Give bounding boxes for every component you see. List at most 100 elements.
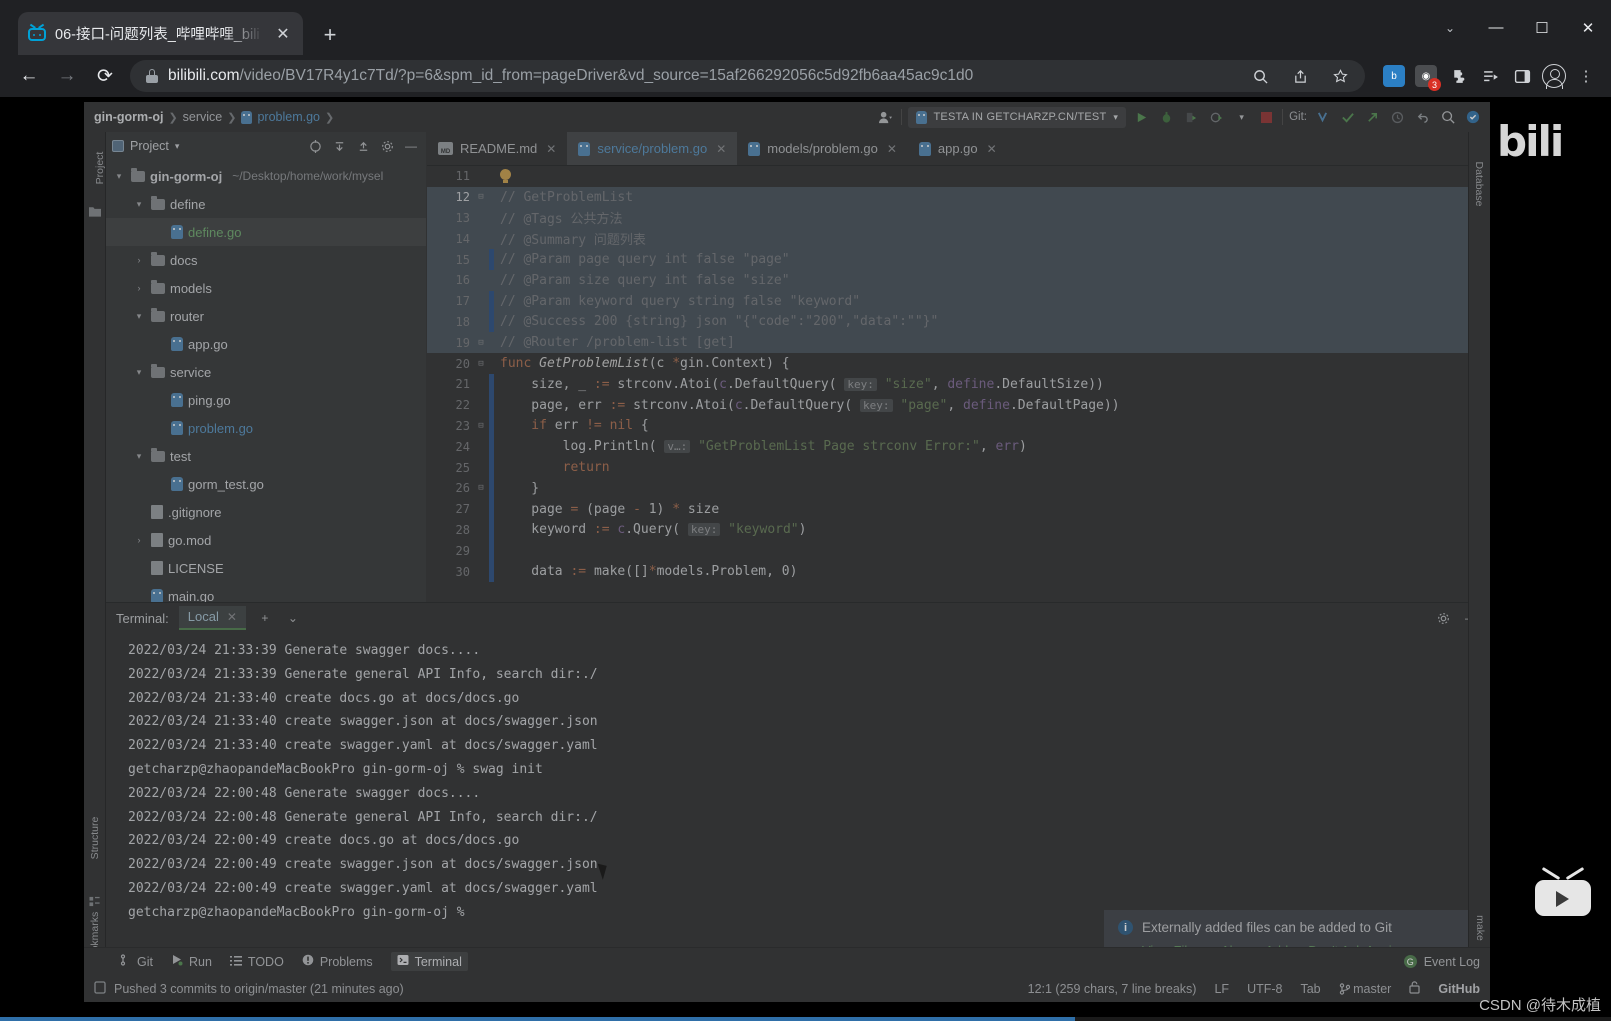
profile-avatar[interactable] [1539,61,1569,91]
reload-button[interactable]: ⟳ [86,59,124,93]
editor-tab-service-problem-go[interactable]: service/problem.go ✕ [567,132,738,165]
tool-window-button-run[interactable]: Run [171,954,212,969]
tree-node-define-go[interactable]: define.go [106,218,426,246]
tree-node-gorm-test-go[interactable]: gorm_test.go [106,470,426,498]
fold-toggle-icon[interactable]: ⊟ [473,338,489,348]
terminal-tab-local[interactable]: Local ✕ [178,606,246,630]
editor-tab-app-go[interactable]: app.go ✕ [908,132,1008,165]
tool-window-button-terminal[interactable]: Terminal [390,952,468,971]
code-line[interactable]: 22 page, err := strconv.Atoi(c.DefaultQu… [427,394,1490,416]
code-line[interactable]: 20 ⊟ func GetProblemList(c *gin.Context) { [427,353,1490,374]
chrome-menu-icon[interactable]: ⋮ [1571,61,1601,91]
tree-node-service[interactable]: ▾ service [106,358,426,386]
breadcrumb-file[interactable]: problem.go [257,110,320,124]
tab-search-icon[interactable]: ⌄ [1427,8,1473,48]
tree-node--gitignore[interactable]: .gitignore [106,498,426,526]
tree-node-app-go[interactable]: app.go [106,330,426,358]
new-terminal-button[interactable]: + [256,609,274,627]
code-line[interactable]: 24 log.Println( v…: "GetProblemList Page… [427,436,1490,458]
code-line[interactable]: 26 ⊟ } [427,477,1490,499]
commit-button[interactable] [1338,108,1357,127]
side-panel-icon[interactable] [1507,61,1537,91]
tree-node-ping-go[interactable]: ping.go [106,386,426,414]
run-with-coverage-button[interactable] [1182,108,1201,127]
run-button[interactable] [1132,108,1151,127]
code-line[interactable]: 18 // @Success 200 {string} json "{"code"… [427,311,1490,333]
code-line[interactable]: 12 ⊟ // GetProblemList [427,186,1490,208]
chevron-down-icon[interactable]: ▾ [132,199,146,210]
new-tab-button[interactable]: + [315,20,345,50]
media-playlist-icon[interactable] [1475,61,1505,91]
video-progress-bar[interactable] [0,1017,1611,1021]
event-log-group[interactable]: G Event Log [1403,955,1490,969]
fold-toggle-icon[interactable]: ⊟ [473,483,489,493]
file-encoding[interactable]: UTF-8 [1247,982,1282,996]
tree-node-router[interactable]: ▾ router [106,302,426,330]
update-project-button[interactable] [1313,108,1332,127]
close-icon[interactable]: ✕ [227,610,237,624]
code-line[interactable]: 15 // @Param page query int false "page" [427,249,1490,270]
fold-toggle-icon[interactable]: ⊟ [473,359,489,369]
debug-button[interactable] [1157,108,1176,127]
locate-icon[interactable] [306,137,324,155]
tree-node-models[interactable]: › models [106,274,426,302]
tree-node-define[interactable]: ▾ define [106,190,426,218]
code-line[interactable]: 23 ⊟ if err != nil { [427,415,1490,437]
tool-window-button-todo[interactable]: TODO [229,954,284,969]
close-icon[interactable]: ✕ [716,142,726,156]
code-line[interactable]: 27 page = (page - 1) * size [427,498,1490,520]
rail-project-label[interactable]: Project [94,136,106,200]
hide-icon[interactable]: — [402,137,420,155]
chevron-down-icon[interactable]: ▾ [132,367,146,378]
close-icon[interactable]: ✕ [887,142,897,156]
chevron-down-icon[interactable]: ▾ [132,451,146,462]
tree-node-docs[interactable]: › docs [106,246,426,274]
breadcrumb-project[interactable]: gin-gorm-oj [94,110,163,124]
run-configuration-selector[interactable]: TESTA IN GETCHARZP.CN/TEST ▾ [907,106,1127,128]
code-line[interactable]: 13 // @Tags 公共方法 [427,207,1490,229]
caret-position[interactable]: 12:1 (259 chars, 7 line breaks) [1028,982,1197,996]
editor-tab-readme-md[interactable]: MD README.md ✕ [427,132,567,165]
code-editor[interactable]: 11 12 ⊟// GetProblemList 13// @Tags 公共方法 14/… [427,166,1490,602]
chevron-down-icon[interactable]: ⌄ [284,609,302,627]
rail-database-label[interactable]: Database [1473,149,1485,219]
project-panel-title-group[interactable]: Project ▾ [112,139,300,153]
code-line[interactable]: 16 // @Param size query int false "size" [427,269,1490,291]
fold-toggle-icon[interactable]: ⊟ [473,421,489,431]
profile-button[interactable] [1207,108,1226,127]
collapse-all-icon[interactable] [354,137,372,155]
minimize-button[interactable]: — [1473,8,1519,48]
code-line[interactable]: 19 ⊟ // @Router /problem-list [get] [427,332,1490,354]
editor-tab-models-problem-go[interactable]: models/problem.go ✕ [737,132,908,165]
gear-icon[interactable] [378,137,396,155]
chevron-down-icon[interactable]: ▾ [175,141,180,152]
tree-node-go-mod[interactable]: › go.mod [106,526,426,554]
chevron-right-icon[interactable]: › [132,255,146,265]
notification-extension-icon[interactable]: ◉ 3 [1411,61,1441,91]
code-line[interactable]: 11 [427,166,1490,187]
code-line[interactable]: 17 // @Param keyword query string false "… [427,290,1490,312]
bilibili-extension-icon[interactable]: b [1379,61,1409,91]
breadcrumb-folder[interactable]: service [183,110,223,124]
close-icon[interactable]: ✕ [546,142,556,156]
expand-all-icon[interactable] [330,137,348,155]
back-button[interactable]: ← [10,59,48,93]
search-everywhere-icon[interactable] [1438,108,1457,127]
code-line[interactable]: 28 keyword := c.Query( key: "keyword") [427,519,1490,541]
line-separator[interactable]: LF [1214,982,1229,996]
code-line[interactable]: 30 data := make([]*models.Problem, 0) [427,561,1490,582]
user-switch-icon[interactable] [876,108,895,127]
close-window-button[interactable]: ✕ [1565,8,1611,48]
forward-button[interactable]: → [48,59,86,93]
push-button[interactable] [1363,108,1382,127]
chevron-down-icon[interactable]: ▾ [1232,108,1251,127]
code-line[interactable]: 29 [427,540,1490,562]
zoom-out-icon[interactable] [1245,61,1275,91]
maximize-button[interactable]: ☐ [1519,8,1565,48]
lock-icon[interactable] [1409,980,1420,997]
chevron-down-icon[interactable]: ▾ [132,311,146,322]
bookmark-star-icon[interactable] [1325,61,1355,91]
tree-node-problem-go[interactable]: problem.go [106,414,426,442]
tool-window-button-git[interactable]: Git [120,954,153,969]
gear-icon[interactable] [1434,609,1452,627]
